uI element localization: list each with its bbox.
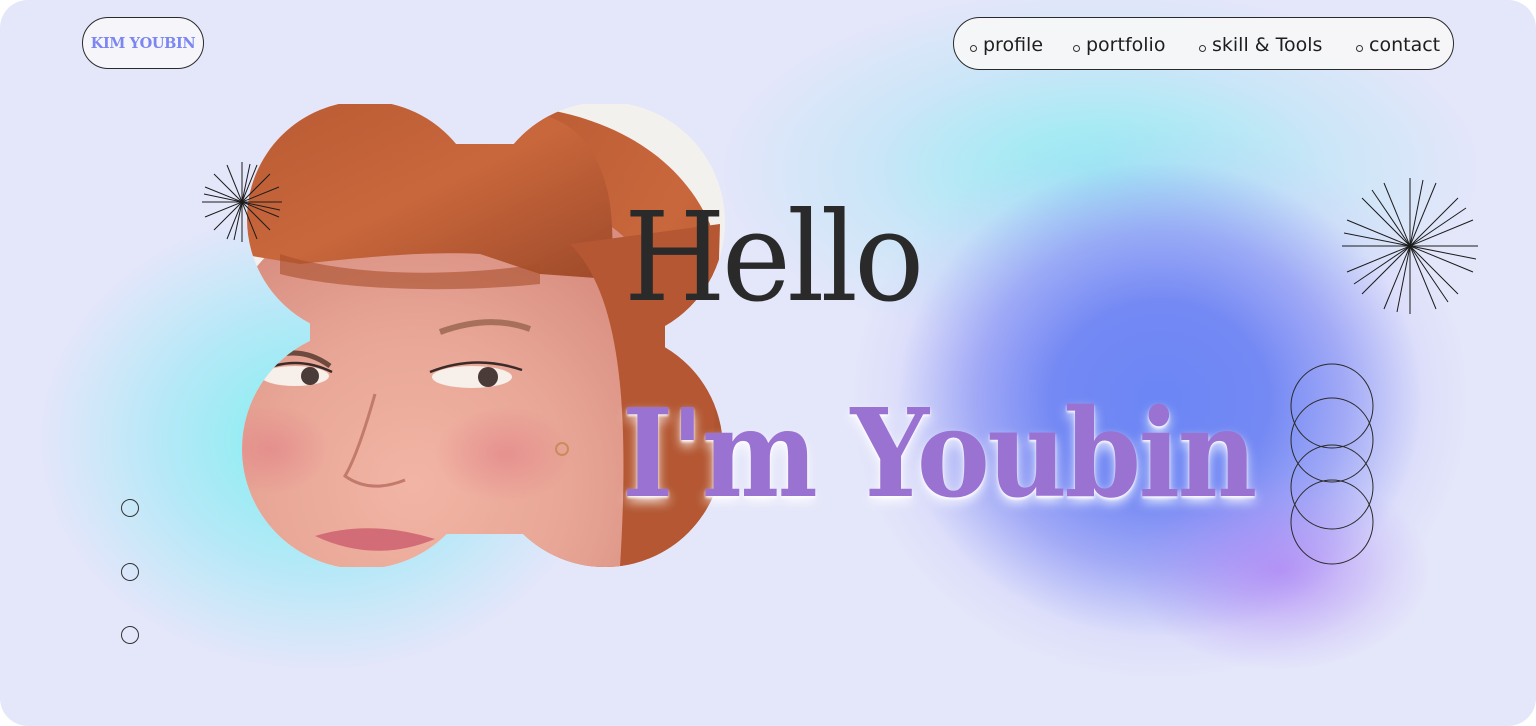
bullet-icon [1356, 45, 1363, 52]
nav-item-label: contact [1369, 33, 1441, 56]
logo-text: KIM YOUBIN [90, 34, 196, 52]
logo-button[interactable]: KIM YOUBIN [82, 17, 204, 69]
nav-item-portfolio[interactable]: portfolio [1073, 18, 1165, 71]
slide-dot-3[interactable] [121, 626, 139, 644]
starburst-icon [1342, 178, 1478, 314]
starburst-icon [202, 162, 282, 242]
hero-greeting: Hello [624, 186, 924, 330]
nav-item-profile[interactable]: profile [970, 18, 1043, 71]
nav-item-label: profile [983, 33, 1044, 56]
hero-intro: I'm Youbin [622, 381, 1257, 525]
nav-item-skills[interactable]: skill & Tools [1199, 18, 1322, 71]
bullet-icon [1073, 45, 1080, 52]
slide-dot-1[interactable] [121, 499, 139, 517]
page-frame: KIM YOUBIN profile portfolio skill & Too… [0, 0, 1536, 726]
bullet-icon [1199, 45, 1206, 52]
nav-item-contact[interactable]: contact [1356, 18, 1440, 71]
main-nav: profile portfolio skill & Tools contact [953, 17, 1454, 70]
stacked-rings-icon [1290, 363, 1374, 565]
nav-item-label: portfolio [1086, 33, 1166, 56]
bullet-icon [970, 45, 977, 52]
nav-item-label: skill & Tools [1212, 33, 1323, 56]
slide-dot-2[interactable] [121, 563, 139, 581]
